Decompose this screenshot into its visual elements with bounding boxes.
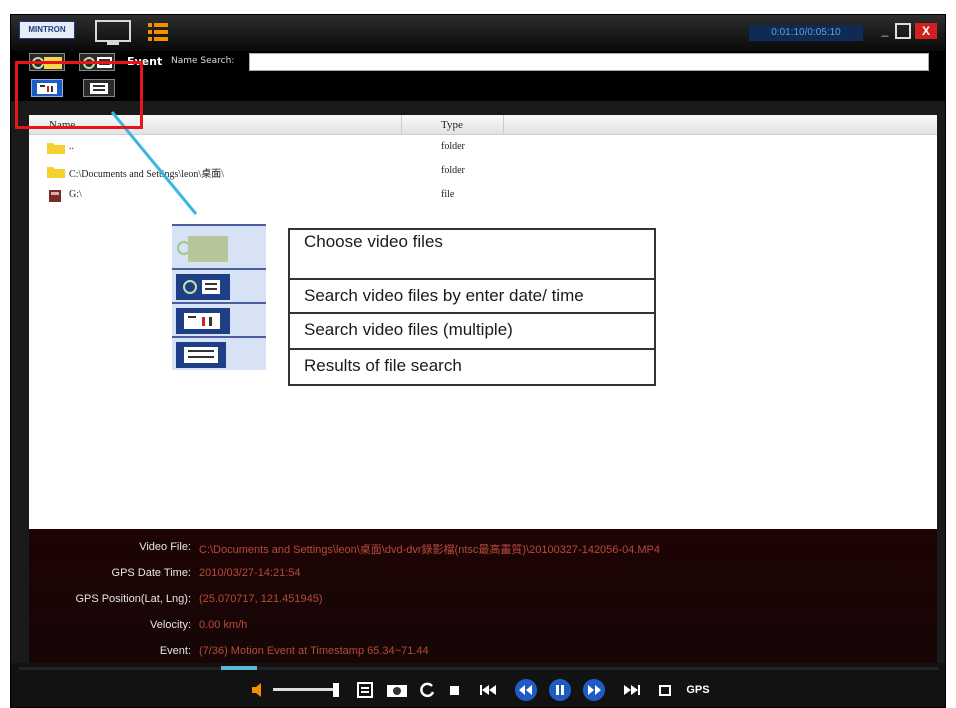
video-info-panel: Video File: C:\Documents and Settings\le… — [29, 529, 937, 663]
playback-time-display: 0:01:10/0:05:10 — [749, 25, 863, 41]
file-row[interactable]: .. folder — [29, 137, 937, 159]
volume-slider[interactable] — [273, 688, 333, 691]
gps-date-value: 2010/03/27-14:21:54 — [199, 567, 301, 579]
legend-icon-cell — [172, 302, 266, 336]
legend-row-divider — [290, 278, 654, 280]
file-type: file — [441, 189, 455, 200]
refresh-icon[interactable] — [417, 679, 437, 701]
multi-search-icon — [176, 308, 230, 334]
maximize-button[interactable] — [895, 23, 911, 39]
file-name: C:\Documents and Settings\leon\桌面\ — [69, 169, 224, 180]
skip-back-icon[interactable] — [477, 679, 499, 701]
playback-control-bar: GPS — [11, 663, 945, 707]
folder-icon — [47, 167, 65, 178]
folder-icon — [47, 143, 65, 154]
legend-icon-cell — [172, 224, 266, 268]
rewind-icon[interactable] — [515, 679, 537, 701]
column-divider — [401, 115, 402, 135]
file-type: folder — [441, 165, 465, 176]
file-type: folder — [441, 141, 465, 152]
name-search-input[interactable] — [249, 53, 929, 71]
drive-icon — [49, 190, 61, 202]
search-toolbar: Event Name Search: — [11, 51, 945, 73]
skip-forward-icon[interactable] — [621, 679, 643, 701]
velocity-value: 0.00 km/h — [199, 619, 248, 631]
minimize-button[interactable]: _ — [877, 23, 893, 39]
snapshot-icon[interactable] — [385, 679, 409, 701]
stop-icon[interactable] — [445, 679, 465, 701]
legend-icon-cell — [172, 336, 266, 370]
monitor-icon[interactable] — [93, 19, 133, 47]
gps-position-value: (25.070717, 121.451945) — [199, 593, 323, 605]
list-view-icon[interactable] — [147, 21, 169, 43]
volume-knob[interactable] — [333, 683, 339, 697]
progress-handle[interactable] — [221, 666, 257, 670]
gps-date-label: GPS Date Time: — [111, 567, 191, 579]
mintron-logo: MINTRON — [19, 21, 75, 39]
event-info-label: Event: — [159, 645, 191, 657]
column-header-type[interactable]: Type — [441, 119, 463, 131]
file-row[interactable]: G:\ file — [29, 185, 937, 207]
legend-choose-files: Choose video files — [304, 232, 443, 251]
search-list-icon — [176, 274, 230, 300]
pause-icon[interactable] — [549, 679, 571, 701]
list-icon[interactable] — [355, 679, 375, 701]
search-toolbar-secondary — [11, 73, 945, 101]
title-bar: MINTRON 0:01:10/0:05:10 _ X — [11, 15, 945, 51]
video-file-label: Video File: — [139, 541, 191, 553]
legend-search-by-date: Search video files by enter date/ time — [304, 286, 584, 305]
fast-forward-icon[interactable] — [583, 679, 605, 701]
file-list-header: Name Type — [29, 115, 937, 135]
highlight-box — [15, 61, 143, 129]
speaker-icon[interactable] — [249, 679, 269, 701]
gps-position-label: GPS Position(Lat, Lng): — [75, 593, 191, 605]
file-row[interactable]: C:\Documents and Settings\leon\桌面\ folde… — [29, 161, 937, 183]
legend-icon-cell — [172, 268, 266, 302]
legend-row-divider — [290, 312, 654, 314]
legend-search-results: Results of file search — [304, 356, 462, 375]
close-button[interactable]: X — [915, 23, 937, 39]
legend-table: Choose video files Search video files by… — [288, 228, 656, 386]
file-name: .. — [69, 141, 74, 152]
folder-open-icon — [177, 236, 228, 262]
gps-button[interactable]: GPS — [683, 679, 713, 701]
video-file-value: C:\Documents and Settings\leon\桌面\dvd-dv… — [199, 544, 660, 556]
event-info-value: (7/36) Motion Event at Timestamp 65.34~7… — [199, 645, 429, 657]
legend-search-multiple: Search video files (multiple) — [304, 320, 513, 339]
file-name: G:\ — [69, 189, 82, 200]
column-divider — [503, 115, 504, 135]
progress-track[interactable] — [19, 667, 939, 670]
velocity-label: Velocity: — [150, 619, 191, 631]
results-list-icon — [176, 342, 226, 368]
icon-legend-callout: Choose video files Search video files by… — [172, 214, 662, 390]
legend-row-divider — [290, 348, 654, 350]
name-search-label: Name Search: — [171, 56, 235, 66]
window-icon[interactable] — [655, 679, 675, 701]
